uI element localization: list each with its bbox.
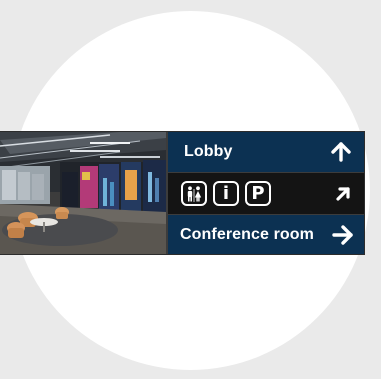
lobby-label: Lobby (184, 143, 233, 160)
arrow-up-icon (330, 142, 352, 162)
restroom-icon (181, 181, 207, 206)
arrow-up-right-icon (334, 185, 352, 203)
information-icon: i (213, 181, 239, 206)
conference-room-label: Conference room (180, 225, 314, 243)
parking-icon: P (245, 181, 271, 206)
parking-letter: P (251, 182, 265, 204)
pictogram-row: i P (181, 181, 271, 206)
services-panel: i P (168, 173, 364, 214)
digital-signage-display: Lobby i P Conference room (0, 132, 364, 254)
conference-room-panel: Conference room (168, 215, 364, 254)
information-letter: i (222, 182, 230, 204)
lobby-panel: Lobby (168, 132, 364, 172)
arrow-right-icon (332, 224, 354, 245)
office-lobby-photo (0, 132, 166, 254)
